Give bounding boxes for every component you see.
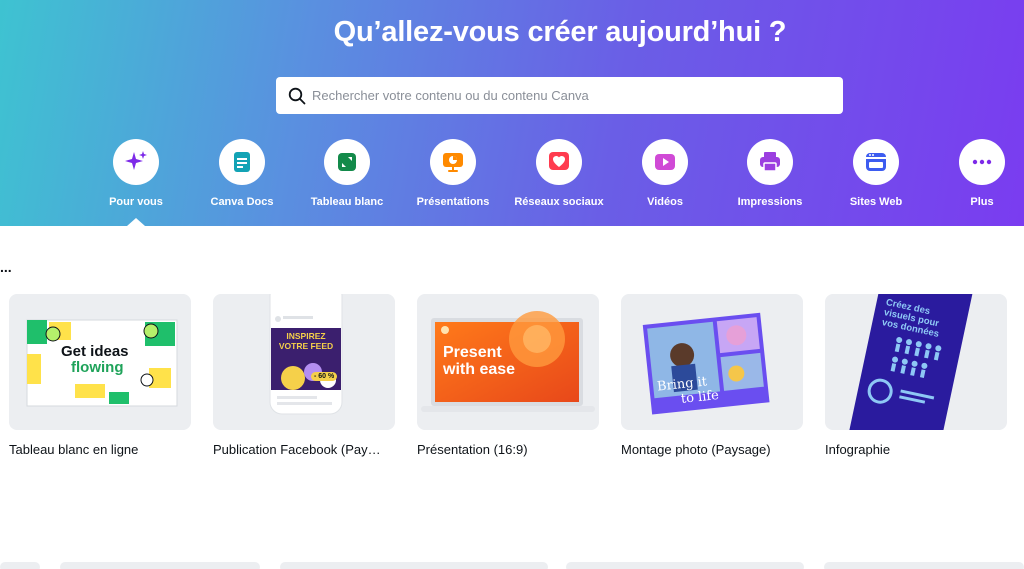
template-card-photo-collage[interactable]: Bring it to life Montage photo (Paysage) [621,294,803,457]
category-label: Vidéos [647,196,683,208]
template-card-presentation[interactable]: Present with ease Présentation (16:9) [417,294,599,457]
category-bar: Pour vous Canva Docs Tableau blanc Prése… [0,139,1024,226]
template-thumbnail: Créez des visuels pour vos données [825,294,1007,430]
next-row-card [566,562,804,569]
category-label: Pour vous [109,196,163,208]
sparkle-icon [113,139,159,185]
category-impressions[interactable]: Impressions [715,139,825,208]
page-title: Qu’allez-vous créer aujourd’hui ? [333,16,787,48]
category-pour-vous[interactable]: Pour vous [81,139,191,226]
more-icon [959,139,1005,185]
template-thumbnail: Present with ease [417,294,599,430]
presentation-icon [430,139,476,185]
category-label: Plus [970,196,994,208]
category-sites-web[interactable]: Sites Web [821,139,931,208]
category-label: Sites Web [849,196,903,208]
category-label: Impressions [737,196,803,208]
thumb-text: INSPIREZ [286,331,326,341]
template-name: Infographie [825,442,891,457]
search-input[interactable] [312,80,843,111]
thumb-text: VOTRE FEED [278,341,334,351]
category-label: Tableau blanc [310,196,384,208]
template-name: Présentation (16:9) [417,442,528,457]
category-tableau-blanc[interactable]: Tableau blanc [292,139,402,208]
category-videos[interactable]: Vidéos [610,139,720,208]
search-icon [276,77,312,114]
template-card-whiteboard[interactable]: Get ideas flowing Tableau blanc en ligne [9,294,191,457]
template-name: Montage photo (Paysage) [621,442,771,457]
category-label: Présentations [416,196,490,208]
thumb-text: Present [443,344,502,361]
next-row-card [824,562,1024,569]
category-canva-docs[interactable]: Canva Docs [187,139,297,208]
template-name: Publication Facebook (Pay… [213,442,381,457]
hero-banner: Qu’allez-vous créer aujourd’hui ? Pour v… [0,0,1024,226]
next-row-card [280,562,548,569]
thumb-text: Get ideas [61,343,129,360]
category-label: Canva Docs [210,196,274,208]
video-icon [642,139,688,185]
next-row-card [60,562,260,569]
template-name: Tableau blanc en ligne [9,442,139,457]
template-thumbnail: Bring it to life [621,294,803,430]
thumb-text: flowing [71,359,124,376]
template-card-facebook-post[interactable]: INSPIREZ VOTRE FEED - 60 % Publication F… [213,294,395,457]
section-heading: ... [0,259,12,275]
discount-badge: - 60 % [311,372,338,381]
selected-indicator [127,218,145,226]
printer-icon [747,139,793,185]
doc-icon [219,139,265,185]
next-row-card [0,562,40,569]
template-thumbnail: INSPIREZ VOTRE FEED - 60 % [213,294,395,430]
template-thumbnail: Get ideas flowing [9,294,191,430]
template-card-infographic[interactable]: Créez des visuels pour vos données Infog… [825,294,1007,457]
category-reseaux-sociaux[interactable]: Réseaux sociaux [504,139,614,208]
heart-icon [536,139,582,185]
search-bar[interactable] [276,77,843,114]
category-presentations[interactable]: Présentations [398,139,508,208]
thumb-text: with ease [443,361,516,378]
category-plus[interactable]: Plus [927,139,1024,208]
category-label: Réseaux sociaux [514,196,604,208]
browser-icon [853,139,899,185]
whiteboard-icon [324,139,370,185]
